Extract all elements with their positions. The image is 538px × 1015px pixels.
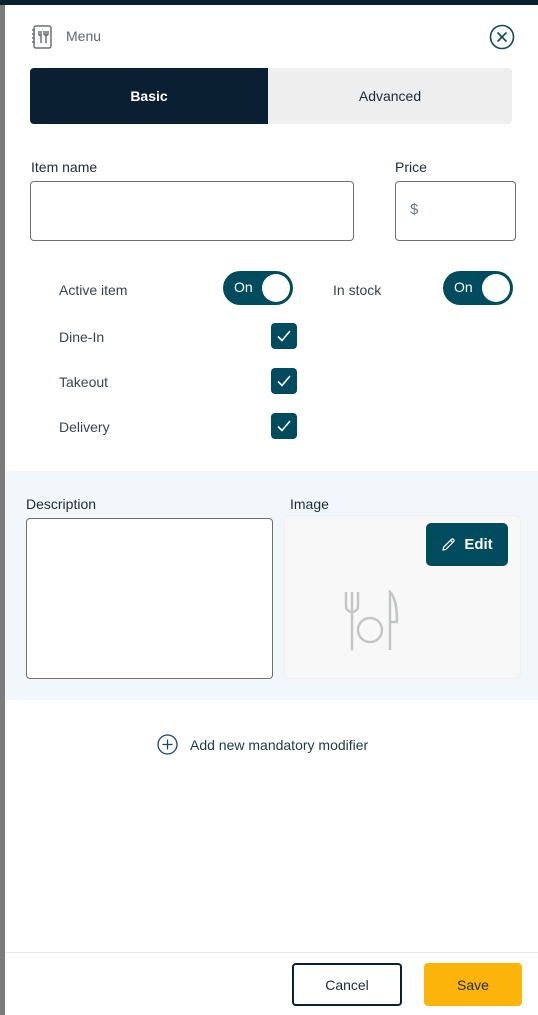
edit-image-button[interactable]: Edit <box>426 523 508 566</box>
toggle-knob <box>482 274 510 302</box>
description-textarea[interactable] <box>26 518 273 679</box>
image-preview: Edit <box>284 515 521 679</box>
active-item-toggle[interactable]: On <box>223 271 293 305</box>
price-prefix: $ <box>410 201 419 218</box>
toggle-state-label: On <box>234 279 253 295</box>
delivery-label: Delivery <box>59 419 110 435</box>
price-input[interactable]: $ <box>395 181 516 241</box>
in-stock-label: In stock <box>333 282 382 298</box>
checkmark-icon <box>277 330 291 342</box>
edit-label: Edit <box>464 536 493 553</box>
add-modifier-link[interactable]: Add new mandatory modifier <box>157 734 368 755</box>
price-label: Price <box>395 159 427 175</box>
description-label: Description <box>26 496 97 512</box>
takeout-label: Takeout <box>59 374 109 390</box>
add-modifier-label: Add new mandatory modifier <box>190 736 369 753</box>
pencil-icon <box>442 538 456 551</box>
takeout-checkbox[interactable] <box>271 368 297 394</box>
cutlery-plate-icon <box>344 590 399 650</box>
edit-item-panel: Menu Basic Advanced Item name Price $ Ac… <box>5 5 538 1015</box>
header-title: Menu <box>66 28 102 44</box>
cancel-button[interactable]: Cancel <box>292 963 402 1006</box>
item-name-label: Item name <box>31 159 98 175</box>
plus-circle-icon <box>157 734 178 755</box>
image-label: Image <box>290 496 329 512</box>
tab-basic[interactable]: Basic <box>30 68 268 124</box>
panel-header: Menu <box>5 5 538 65</box>
close-icon[interactable] <box>489 24 515 50</box>
dine-in-checkbox[interactable] <box>271 323 297 349</box>
toggle-knob <box>262 274 290 302</box>
dine-in-label: Dine-In <box>59 329 105 345</box>
active-item-label: Active item <box>59 282 128 298</box>
footer-divider <box>5 952 538 953</box>
tab-advanced[interactable]: Advanced <box>268 68 512 124</box>
checkmark-icon <box>277 420 291 432</box>
item-name-input[interactable] <box>30 181 354 241</box>
delivery-checkbox[interactable] <box>271 413 297 439</box>
in-stock-toggle[interactable]: On <box>443 271 513 305</box>
menu-book-icon <box>32 25 52 49</box>
checkmark-icon <box>277 375 291 387</box>
toggle-state-label: On <box>454 279 473 295</box>
save-button[interactable]: Save <box>424 963 522 1006</box>
tab-bar: Basic Advanced <box>30 68 512 124</box>
media-section: Description Image Edit <box>5 471 538 700</box>
